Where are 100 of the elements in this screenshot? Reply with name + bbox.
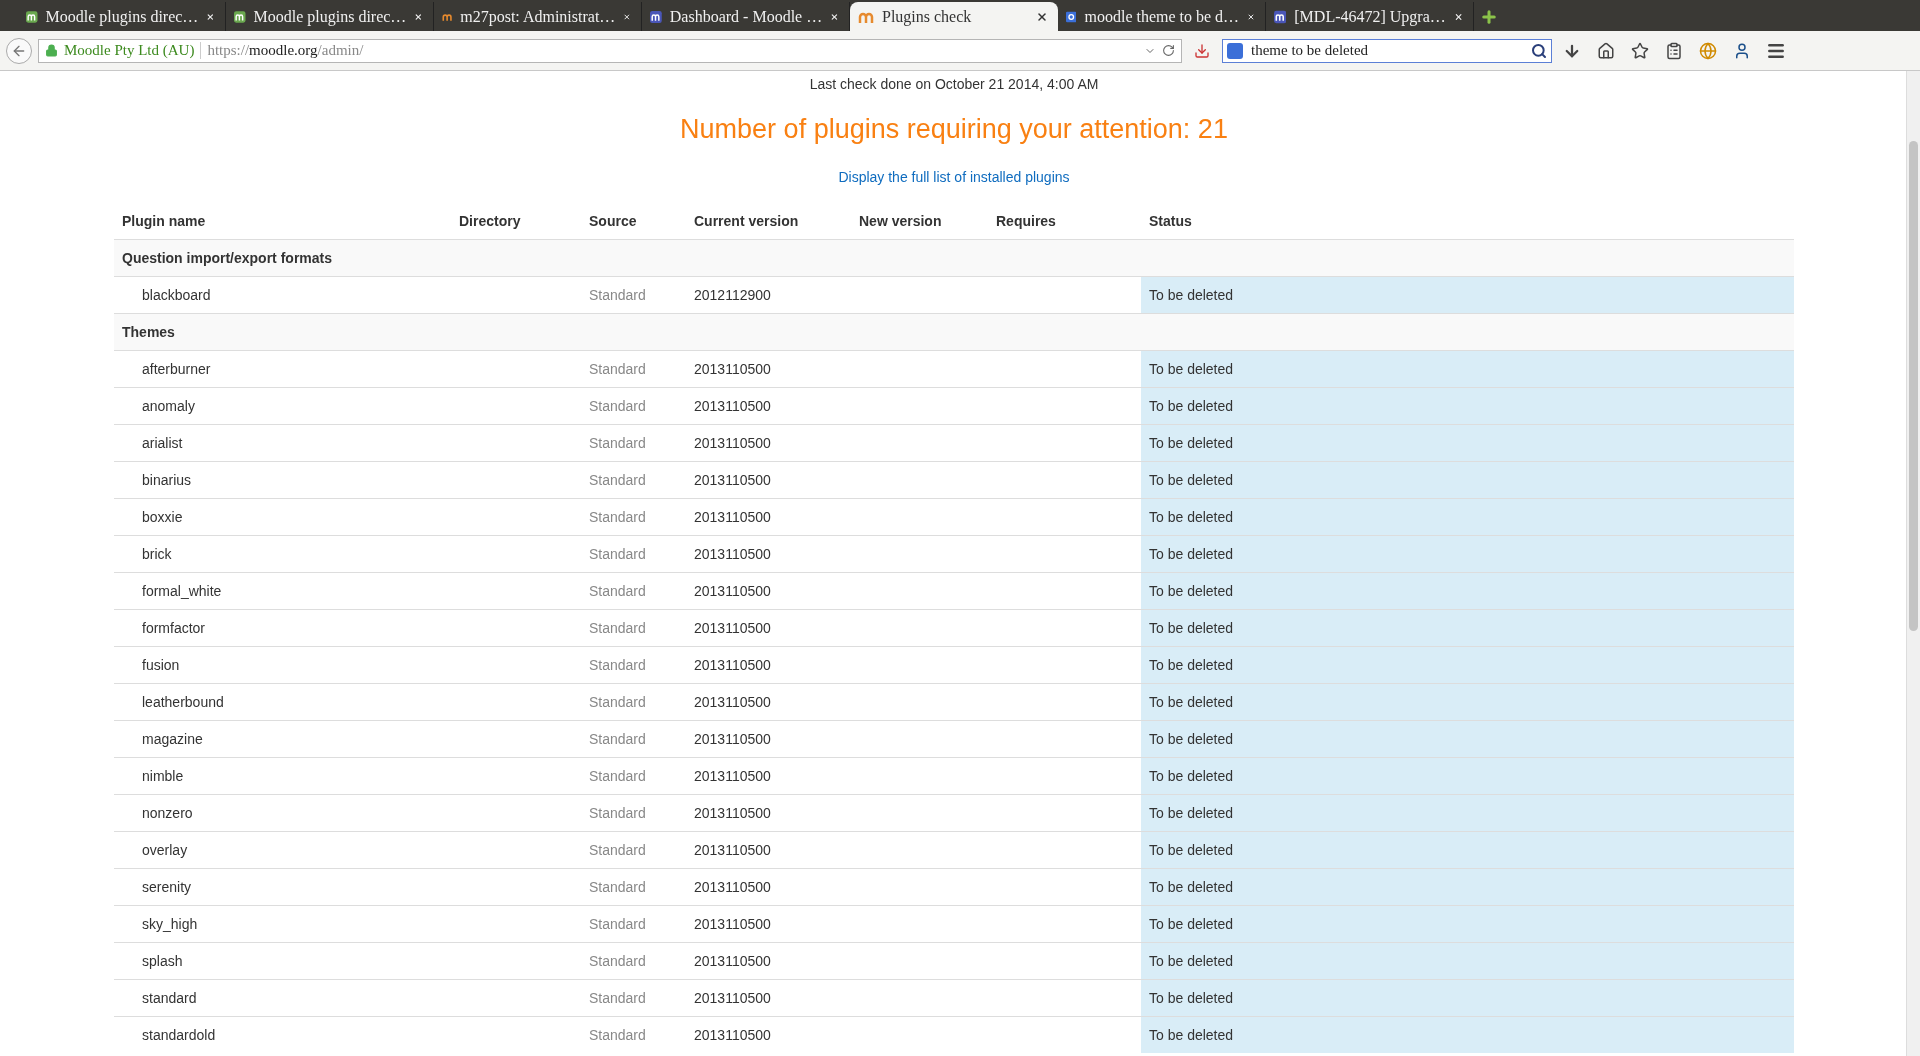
version-cell: 2013110500 xyxy=(686,794,851,832)
plugin-name-cell: standardold xyxy=(114,1016,451,1053)
plugin-name-cell: magazine xyxy=(114,720,451,758)
browser-tab[interactable]: Plugins check xyxy=(850,2,1058,31)
status-cell: To be deleted xyxy=(1141,979,1794,1017)
source-cell: Standard xyxy=(581,757,686,795)
status-cell: To be deleted xyxy=(1141,942,1794,980)
close-icon[interactable] xyxy=(1036,10,1048,23)
column-header: Status xyxy=(1141,202,1794,240)
version-cell: 2013110500 xyxy=(686,424,851,462)
source-cell: Standard xyxy=(581,387,686,425)
lock-icon xyxy=(45,44,58,57)
source-cell: Standard xyxy=(581,535,686,573)
plugin-name-cell: leatherbound xyxy=(114,683,451,721)
plugin-name-cell: nimble xyxy=(114,757,451,795)
version-cell: 2013110500 xyxy=(686,387,851,425)
source-cell: Standard xyxy=(581,794,686,832)
plugin-name-cell: anomaly xyxy=(114,387,451,425)
address-bar[interactable]: Moodle Pty Ltd (AU) https://moodle.org/admin/ xyxy=(38,38,1182,63)
source-cell: Standard xyxy=(581,905,686,943)
source-cell: Standard xyxy=(581,572,686,610)
plugin-name-cell: serenity xyxy=(114,868,451,906)
back-button[interactable] xyxy=(6,37,32,64)
status-cell: To be deleted xyxy=(1141,868,1794,906)
version-cell: 2013110500 xyxy=(686,1016,851,1053)
status-cell: To be deleted xyxy=(1141,276,1794,314)
status-cell: To be deleted xyxy=(1141,609,1794,647)
status-cell: To be deleted xyxy=(1141,387,1794,425)
version-cell: 2013110500 xyxy=(686,831,851,869)
plugin-name-cell: brick xyxy=(114,535,451,573)
status-cell: To be deleted xyxy=(1141,535,1794,573)
search-bar[interactable]: theme to be deleted xyxy=(1222,38,1552,63)
full-list-link[interactable]: Display the full list of installed plugins xyxy=(838,169,1070,187)
version-cell: 2013110500 xyxy=(686,757,851,795)
status-cell: To be deleted xyxy=(1141,831,1794,869)
version-cell: 2013110500 xyxy=(686,646,851,684)
source-cell: Standard xyxy=(581,350,686,388)
plugin-name-cell: standard xyxy=(114,979,451,1017)
plugin-name-cell: boxxie xyxy=(114,498,451,536)
source-cell: Standard xyxy=(581,498,686,536)
version-cell: 2013110500 xyxy=(686,683,851,721)
source-cell: Standard xyxy=(581,831,686,869)
version-cell: 2013110500 xyxy=(686,905,851,943)
plugin-name-cell: binarius xyxy=(114,461,451,499)
status-cell: To be deleted xyxy=(1141,683,1794,721)
status-cell: To be deleted xyxy=(1141,424,1794,462)
column-header: Requires xyxy=(988,202,1141,240)
attention-heading: Number of plugins requiring your attention: 21 xyxy=(680,113,1228,146)
reload-icon[interactable] xyxy=(1162,44,1175,57)
source-cell: Standard xyxy=(581,646,686,684)
version-cell: 2013110500 xyxy=(686,609,851,647)
plugin-name-cell: overlay xyxy=(114,831,451,869)
plugin-name-cell: fusion xyxy=(114,646,451,684)
plugin-name-cell: sky_high xyxy=(114,905,451,943)
group-header: Themes xyxy=(114,313,1794,351)
status-cell: To be deleted xyxy=(1141,461,1794,499)
scrollbar-thumb[interactable] xyxy=(1909,141,1918,631)
plugin-name-cell: afterburner xyxy=(114,350,451,388)
url-text: https://moodle.org/admin/ xyxy=(207,42,365,59)
search-icon[interactable] xyxy=(1531,42,1547,59)
status-cell: To be deleted xyxy=(1141,720,1794,758)
group-header: Question import/export formats xyxy=(114,239,1794,277)
plugin-name-cell: splash xyxy=(114,942,451,980)
status-cell: To be deleted xyxy=(1141,905,1794,943)
version-cell: 2013110500 xyxy=(686,461,851,499)
status-cell: To be deleted xyxy=(1141,572,1794,610)
plugin-name-cell: formal_white xyxy=(114,572,451,610)
scrollbar[interactable] xyxy=(1906,71,1920,1056)
column-header: Source xyxy=(581,202,686,240)
plugin-name-cell: formfactor xyxy=(114,609,451,647)
version-cell: 2013110500 xyxy=(686,720,851,758)
new-tab-plus-icon[interactable] xyxy=(1480,7,1498,26)
source-cell: Standard xyxy=(581,720,686,758)
version-cell: 2013110500 xyxy=(686,868,851,906)
source-cell: Standard xyxy=(581,868,686,906)
version-cell: 2013110500 xyxy=(686,535,851,573)
site-identity[interactable]: Moodle Pty Ltd (AU) xyxy=(64,42,202,59)
status-cell: To be deleted xyxy=(1141,757,1794,795)
status-cell: To be deleted xyxy=(1141,794,1794,832)
column-header: Directory xyxy=(451,202,581,240)
version-cell: 2013110500 xyxy=(686,350,851,388)
status-cell: To be deleted xyxy=(1141,350,1794,388)
column-header: Current version xyxy=(686,202,851,240)
source-cell: Standard xyxy=(581,979,686,1017)
status-cell: To be deleted xyxy=(1141,1016,1794,1053)
search-engine-icon[interactable] xyxy=(1227,42,1243,59)
version-cell: 2013110500 xyxy=(686,498,851,536)
source-cell: Standard xyxy=(581,683,686,721)
column-header: Plugin name xyxy=(114,202,451,240)
status-cell: To be deleted xyxy=(1141,646,1794,684)
version-cell: 2013110500 xyxy=(686,979,851,1017)
source-cell: Standard xyxy=(581,942,686,980)
plugin-name-cell: nonzero xyxy=(114,794,451,832)
source-cell: Standard xyxy=(581,609,686,647)
source-cell: Standard xyxy=(581,424,686,462)
version-cell: 2013110500 xyxy=(686,572,851,610)
plugin-name-cell: arialist xyxy=(114,424,451,462)
source-cell: Standard xyxy=(581,1016,686,1053)
status-cell: To be deleted xyxy=(1141,498,1794,536)
last-check-text: Last check done on October 21 2014, 4:00 AM xyxy=(809,75,1099,94)
